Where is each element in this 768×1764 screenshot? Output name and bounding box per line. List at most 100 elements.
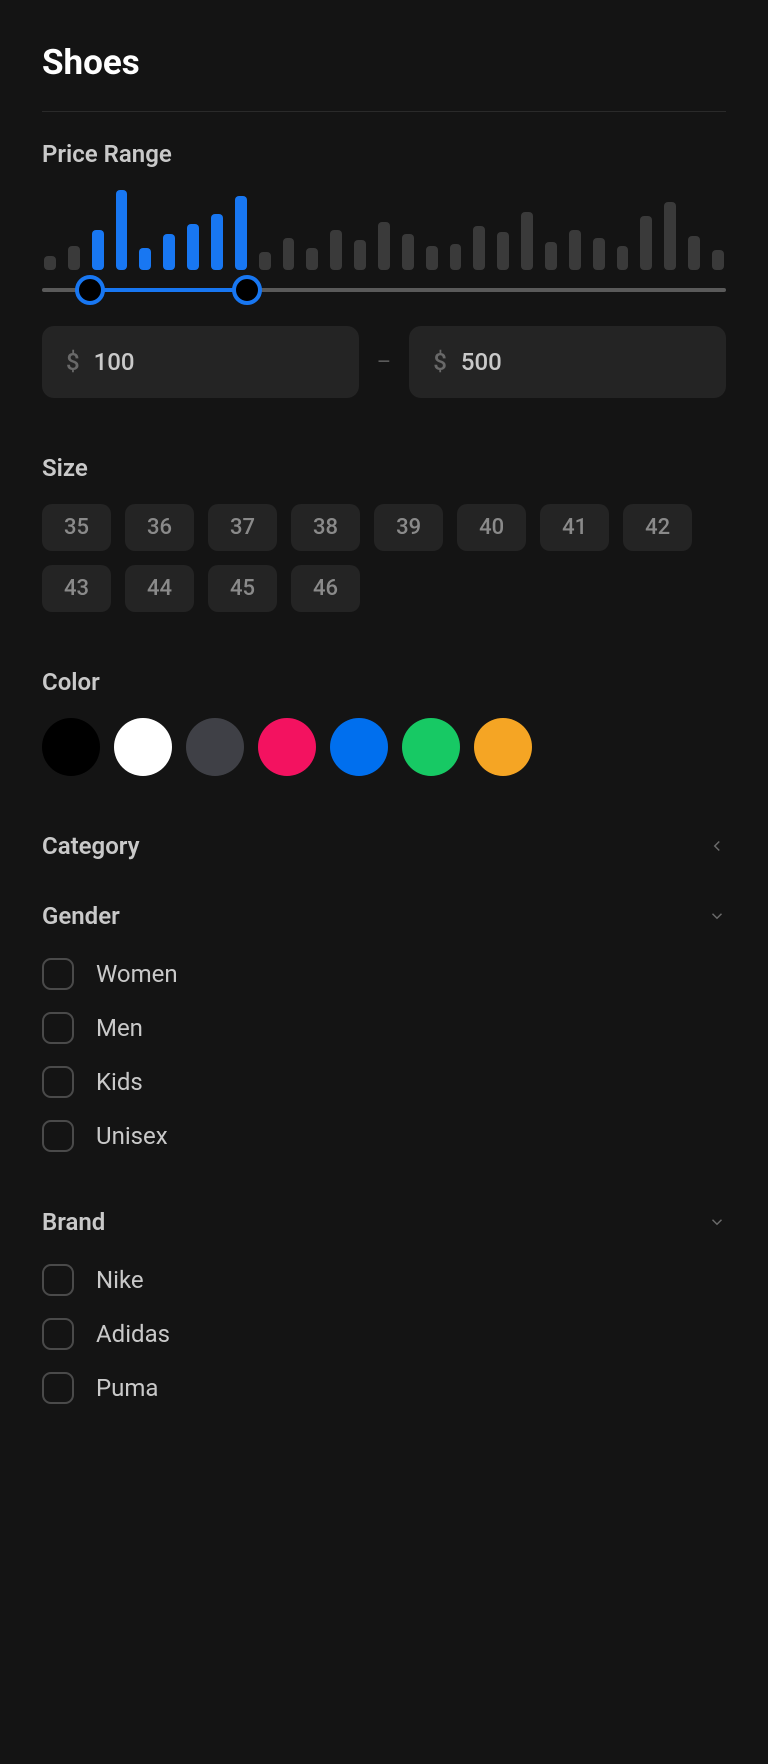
size-option-38[interactable]: 38 [291,504,360,551]
histogram-bar [545,242,557,270]
checkbox[interactable] [42,1372,74,1404]
histogram-bar [211,214,223,270]
price-range-section: Price Range $ 100 – $ 500 [42,140,726,398]
brand-header[interactable]: Brand [42,1208,726,1236]
histogram-bar [426,246,438,270]
price-range-label: Price Range [42,140,726,168]
brand-label: Brand [42,1208,105,1236]
color-swatch-pink[interactable] [258,718,316,776]
brand-option-puma[interactable]: Puma [42,1372,726,1404]
brand-option-nike[interactable]: Nike [42,1264,726,1296]
checkbox[interactable] [42,958,74,990]
checkbox[interactable] [42,1264,74,1296]
histogram-bar [306,248,318,270]
gender-section: Gender Women Men Kids Unisex [42,902,726,1152]
gender-header[interactable]: Gender [42,902,726,930]
checkbox[interactable] [42,1318,74,1350]
size-label: Size [42,454,726,482]
gender-option-kids[interactable]: Kids [42,1066,726,1098]
histogram-bar [402,234,414,270]
size-option-43[interactable]: 43 [42,565,111,612]
brand-option-label: Adidas [96,1320,170,1348]
histogram-bar [497,232,509,270]
price-slider-handle-min[interactable] [75,275,105,305]
price-max-input[interactable]: $ 500 [409,326,726,398]
color-label: Color [42,668,726,696]
histogram-bar [712,250,724,270]
histogram-bar [640,216,652,270]
price-slider-handle-max[interactable] [232,275,262,305]
color-swatch-green[interactable] [402,718,460,776]
histogram-bar [187,224,199,270]
size-option-39[interactable]: 39 [374,504,443,551]
histogram-bar [68,246,80,270]
checkbox[interactable] [42,1012,74,1044]
price-histogram [42,190,726,270]
histogram-bar [450,244,462,270]
price-slider-range [90,288,247,292]
histogram-bar [116,190,128,270]
brand-option-adidas[interactable]: Adidas [42,1318,726,1350]
gender-option-men[interactable]: Men [42,1012,726,1044]
size-section: Size 35 36 37 38 39 40 41 42 43 44 45 46 [42,454,726,612]
histogram-bar [44,256,56,270]
gender-option-label: Women [96,960,178,988]
size-option-40[interactable]: 40 [457,504,526,551]
chevron-down-icon [708,1213,726,1231]
price-separator: – [377,350,391,375]
category-label: Category [42,832,140,860]
gender-option-label: Unisex [96,1122,168,1150]
histogram-bar [259,252,271,270]
histogram-bar [688,236,700,270]
gender-label: Gender [42,902,120,930]
brand-option-label: Puma [96,1374,158,1402]
gender-option-label: Men [96,1014,143,1042]
page-title: Shoes [42,42,726,112]
size-option-44[interactable]: 44 [125,565,194,612]
gender-option-label: Kids [96,1068,143,1096]
histogram-bar [569,230,581,270]
color-swatch-black[interactable] [42,718,100,776]
color-swatch-gray[interactable] [186,718,244,776]
histogram-bar [617,246,629,270]
histogram-bar [593,238,605,270]
histogram-bar [330,230,342,270]
chevron-down-icon [708,907,726,925]
color-section: Color [42,668,726,776]
category-header[interactable]: Category [42,832,726,860]
color-swatch-white[interactable] [114,718,172,776]
size-option-36[interactable]: 36 [125,504,194,551]
histogram-bar [235,196,247,270]
brand-section: Brand Nike Adidas Puma [42,1208,726,1404]
price-min-input[interactable]: $ 100 [42,326,359,398]
price-max-value: 500 [461,348,502,376]
histogram-bar [354,240,366,270]
size-option-45[interactable]: 45 [208,565,277,612]
size-option-35[interactable]: 35 [42,504,111,551]
size-option-37[interactable]: 37 [208,504,277,551]
price-min-value: 100 [94,348,135,376]
chevron-left-icon [708,837,726,855]
price-slider[interactable] [42,288,726,292]
currency-icon: $ [66,348,80,376]
histogram-bar [92,230,104,270]
size-option-41[interactable]: 41 [540,504,609,551]
size-option-42[interactable]: 42 [623,504,692,551]
histogram-bar [378,222,390,270]
currency-icon: $ [433,348,447,376]
checkbox[interactable] [42,1120,74,1152]
gender-option-unisex[interactable]: Unisex [42,1120,726,1152]
size-option-46[interactable]: 46 [291,565,360,612]
category-section: Category [42,832,726,860]
histogram-bar [664,202,676,270]
gender-option-women[interactable]: Women [42,958,726,990]
color-swatch-orange[interactable] [474,718,532,776]
histogram-bar [521,212,533,270]
brand-option-label: Nike [96,1266,144,1294]
histogram-bar [163,234,175,270]
histogram-bar [473,226,485,270]
color-swatch-blue[interactable] [330,718,388,776]
histogram-bar [139,248,151,270]
histogram-bar [283,238,295,270]
checkbox[interactable] [42,1066,74,1098]
